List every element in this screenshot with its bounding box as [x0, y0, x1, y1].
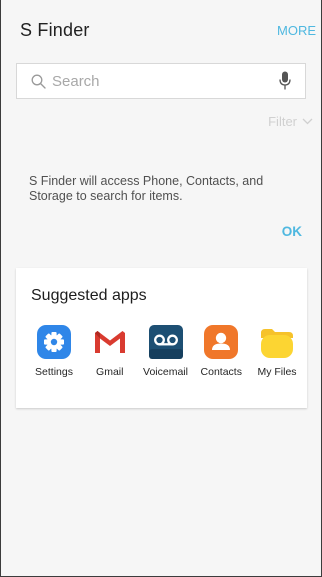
app-settings[interactable]: Settings	[28, 324, 80, 378]
app-label: Voicemail	[143, 366, 188, 378]
app-contacts[interactable]: Contacts	[195, 324, 247, 378]
contacts-icon	[204, 325, 239, 359]
ok-button[interactable]: OK	[282, 224, 302, 239]
app-voicemail[interactable]: Voicemail	[140, 324, 192, 378]
app-label: My Files	[257, 366, 297, 378]
filter-dropdown[interactable]: Filter	[268, 114, 313, 129]
microphone-icon[interactable]	[275, 69, 295, 93]
app-my-files[interactable]: My Files	[251, 324, 303, 378]
suggested-apps-title: Suggested apps	[31, 287, 147, 304]
search-icon	[30, 73, 46, 89]
search-bar[interactable]	[16, 63, 306, 99]
voicemail-icon	[148, 325, 183, 359]
gmail-icon	[94, 331, 125, 353]
app-label: Gmail	[96, 366, 124, 378]
search-input[interactable]	[52, 64, 275, 98]
app-label: Contacts	[200, 366, 242, 378]
suggested-apps-card: Suggested apps Settings Gmail Voicemail …	[16, 268, 307, 408]
filter-label: Filter	[268, 114, 297, 129]
app-title: S Finder	[20, 20, 90, 40]
my-files-icon	[261, 329, 293, 358]
chevron-down-icon	[302, 118, 313, 125]
more-button[interactable]: MORE	[277, 23, 316, 38]
s-finder-screen: S Finder MORE Filter S Finder will acces…	[0, 0, 322, 577]
suggested-apps-list: Settings Gmail Voicemail Contacts My Fil…	[28, 324, 303, 378]
app-gmail[interactable]: Gmail	[84, 324, 136, 378]
app-header: S Finder MORE	[1, 0, 321, 56]
settings-icon	[37, 325, 71, 359]
app-label: Settings	[35, 366, 73, 378]
permission-notice: S Finder will access Phone, Contacts, an…	[29, 174, 264, 203]
